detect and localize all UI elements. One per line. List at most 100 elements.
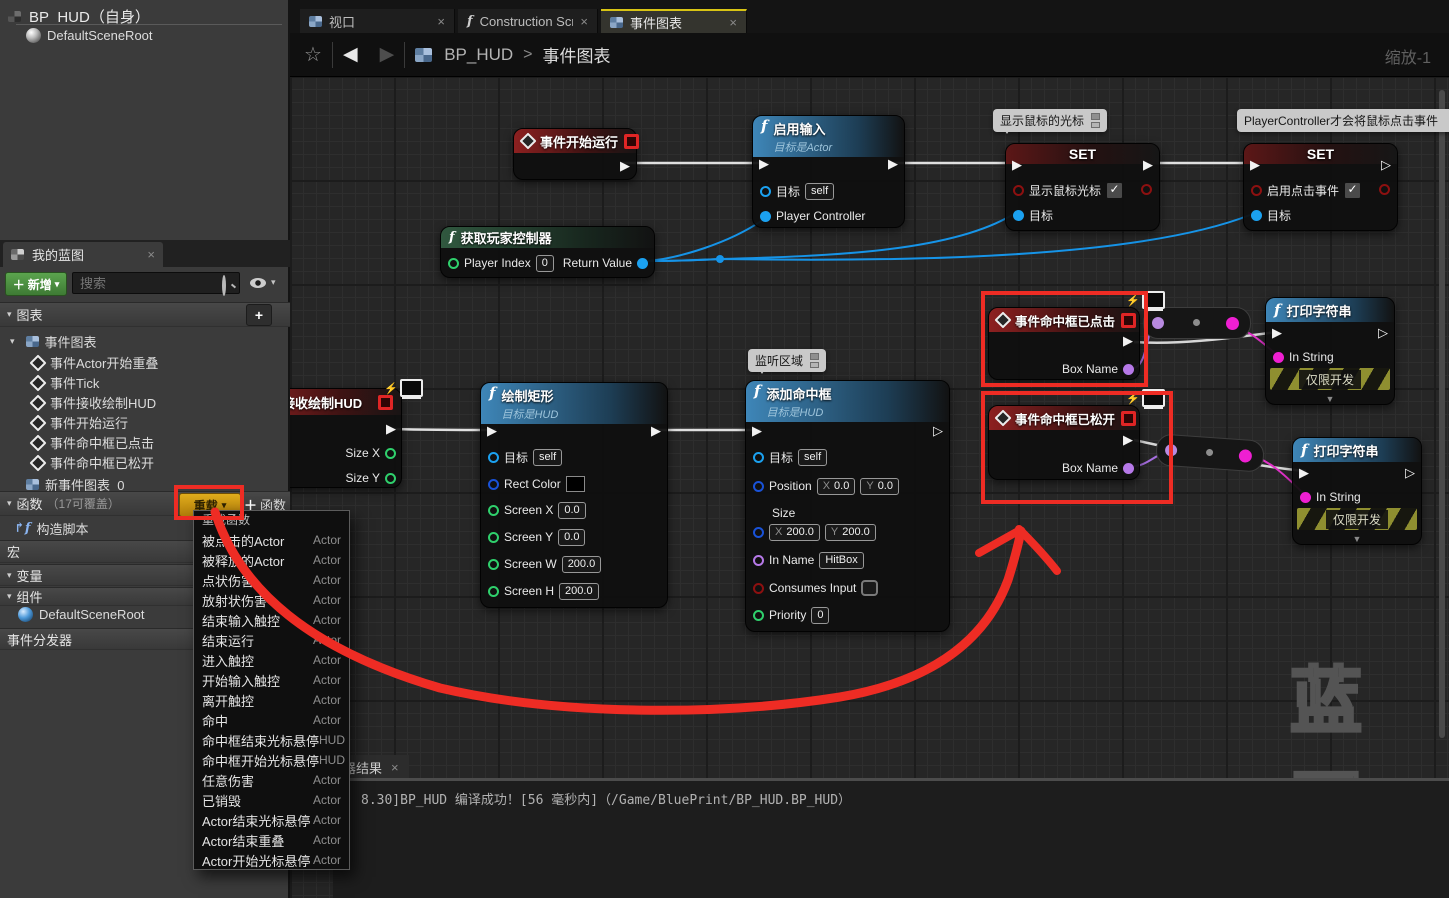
menu-item[interactable]: 开始输入触控Actor bbox=[194, 670, 349, 690]
target-value-box[interactable]: self bbox=[533, 449, 562, 466]
float-pin[interactable] bbox=[385, 473, 396, 484]
in-name-pin-row[interactable]: In Name HitBox bbox=[753, 551, 864, 569]
menu-item[interactable]: 被点击的ActorActor bbox=[194, 530, 349, 550]
size-x-pin-row[interactable]: Size X bbox=[345, 444, 396, 462]
node-header[interactable]: 事件命中框已点击 bbox=[989, 308, 1139, 332]
menu-item[interactable]: 已销毁Actor bbox=[194, 790, 349, 810]
vertical-scrollbar[interactable] bbox=[1439, 90, 1445, 738]
color-swatch[interactable] bbox=[566, 476, 585, 492]
node-header[interactable]: f 添加命中框 目标是HUD bbox=[746, 381, 949, 422]
collapse-triangle-icon[interactable]: ▾ bbox=[7, 591, 12, 602]
node-header[interactable]: SET bbox=[1006, 144, 1159, 164]
node-print-string-1[interactable]: f 打印字符串 ▶ ▷ In String 仅限开发 ▼ bbox=[1265, 297, 1395, 405]
visibility-eye-icon[interactable] bbox=[250, 278, 266, 288]
close-icon[interactable]: × bbox=[391, 760, 399, 775]
object-pin[interactable] bbox=[760, 186, 771, 197]
breadcrumb-current[interactable]: 事件图表 bbox=[543, 42, 611, 67]
value-box[interactable]: 0.0 bbox=[558, 529, 585, 546]
tab-event-graph[interactable]: 事件图表 × bbox=[601, 9, 747, 33]
float-pin[interactable] bbox=[488, 532, 499, 543]
screen-h-pin-row[interactable]: Screen H 200.0 bbox=[488, 582, 599, 600]
target-value-box[interactable]: self bbox=[798, 449, 827, 466]
name-pin[interactable] bbox=[753, 555, 764, 566]
object-pin[interactable] bbox=[637, 258, 648, 269]
target-pin-row[interactable]: 目标 self bbox=[760, 182, 834, 200]
menu-item[interactable]: 进入触控Actor bbox=[194, 650, 349, 670]
size-y-pin-row[interactable]: Size Y bbox=[346, 469, 396, 487]
priority-pin-row[interactable]: Priority 0 bbox=[753, 606, 829, 624]
exec-out-pin[interactable]: ▶ bbox=[620, 159, 630, 172]
bool-pin-row[interactable]: 启用点击事件 ✓ bbox=[1251, 181, 1361, 199]
component-item-root[interactable]: DefaultSceneRoot bbox=[26, 28, 153, 43]
exec-in-pin[interactable]: ▶ bbox=[752, 424, 762, 437]
collapse-triangle-icon[interactable]: ▾ bbox=[7, 309, 12, 320]
position-pin-row[interactable]: Position X0.0 Y0.0 bbox=[753, 477, 899, 495]
exec-in-pin[interactable]: ▶ bbox=[1250, 158, 1260, 171]
box-name-pin-row[interactable]: Box Name bbox=[1062, 360, 1134, 378]
collapse-triangle-icon[interactable]: ▾ bbox=[7, 498, 12, 509]
menu-item[interactable]: 点状伤害Actor bbox=[194, 570, 349, 590]
exec-out-pin[interactable]: ▶ bbox=[651, 424, 661, 437]
menu-item[interactable]: 结束输入触控Actor bbox=[194, 610, 349, 630]
node-header[interactable]: f 打印字符串 bbox=[1293, 438, 1421, 462]
struct-pin[interactable] bbox=[753, 481, 764, 492]
menu-item[interactable]: 放射状伤害Actor bbox=[194, 590, 349, 610]
bool-pin[interactable] bbox=[1013, 185, 1024, 196]
target-value-box[interactable]: self bbox=[805, 183, 834, 200]
node-event-hit-box-click[interactable]: 事件命中框已点击 ▶ Box Name bbox=[988, 307, 1140, 380]
struct-pin[interactable] bbox=[488, 479, 499, 490]
tree-item-event[interactable]: 事件Tick bbox=[32, 373, 99, 392]
tree-item-event[interactable]: 事件命中框已松开 bbox=[32, 453, 154, 472]
menu-item[interactable]: Actor结束重叠Actor bbox=[194, 830, 349, 850]
tree-item-event[interactable]: 事件Actor开始重叠 bbox=[32, 353, 158, 372]
exec-out-pin[interactable]: ▶ bbox=[1143, 158, 1153, 171]
bool-pin[interactable] bbox=[753, 583, 764, 594]
close-icon[interactable]: × bbox=[580, 14, 588, 29]
int-pin[interactable] bbox=[753, 610, 764, 621]
in-name-value-box[interactable]: HitBox bbox=[819, 552, 863, 569]
in-string-pin-row[interactable]: In String bbox=[1300, 488, 1361, 506]
tree-item-event-graph[interactable]: ▾ 事件图表 bbox=[10, 332, 97, 351]
node-set-enable-click-events[interactable]: SET ▶ ▷ 启用点击事件 ✓ 目标 bbox=[1243, 143, 1398, 231]
consumes-input-pin-row[interactable]: Consumes Input bbox=[753, 579, 878, 597]
bubble-pin-icon[interactable] bbox=[1091, 113, 1100, 128]
exec-out-pin[interactable]: ▷ bbox=[1405, 466, 1415, 479]
name-pin[interactable] bbox=[1123, 364, 1134, 375]
tab-viewport[interactable]: 视口 × bbox=[300, 9, 455, 33]
target-pin-row[interactable]: 目标 self bbox=[753, 448, 827, 466]
float-pin[interactable] bbox=[385, 448, 396, 459]
node-get-player-controller[interactable]: f 获取玩家控制器 Player Index 0 Return Value bbox=[440, 226, 655, 278]
menu-item[interactable]: 命中Actor bbox=[194, 710, 349, 730]
node-event-receive-draw-hud[interactable]: 事件接收绘制HUD ▶ Size X Size Y bbox=[290, 388, 402, 488]
size-x-box[interactable]: X200.0 bbox=[769, 524, 820, 541]
node-header[interactable]: 事件开始运行 bbox=[514, 129, 636, 153]
collapse-triangle-icon[interactable]: ▾ bbox=[10, 336, 15, 347]
target-pin-row[interactable]: 目标 bbox=[1251, 206, 1291, 224]
menu-item[interactable]: 结束运行Actor bbox=[194, 630, 349, 650]
exec-out-pin[interactable]: ▶ bbox=[1123, 433, 1133, 446]
exec-in-pin[interactable]: ▶ bbox=[487, 424, 497, 437]
int-pin[interactable] bbox=[448, 258, 459, 269]
add-new-button[interactable]: ＋ 新增 ▾ bbox=[5, 272, 67, 296]
tree-item-construction-script[interactable]: ↱f 构造脚本 bbox=[14, 519, 89, 538]
close-icon[interactable]: × bbox=[437, 14, 445, 29]
tree-item-default-scene-root[interactable]: DefaultSceneRoot bbox=[18, 607, 145, 622]
exec-in-pin[interactable]: ▶ bbox=[1012, 158, 1022, 171]
node-enable-input[interactable]: f 启用输入 目标是Actor ▶ ▶ 目标 self Player Contr… bbox=[752, 115, 905, 228]
node-draw-rect[interactable]: f 绘制矩形 目标是HUD ▶ ▶ 目标 self Rect Color Scr bbox=[480, 382, 668, 608]
exec-out-pin[interactable]: ▷ bbox=[1378, 326, 1388, 339]
favorite-star-icon[interactable]: ☆ bbox=[304, 42, 322, 67]
search-input[interactable] bbox=[72, 272, 240, 294]
in-string-pin-row[interactable]: In String bbox=[1273, 348, 1334, 366]
collapse-arrow-icon[interactable]: ▼ bbox=[1326, 394, 1335, 404]
bool-out-pin[interactable] bbox=[1379, 184, 1390, 195]
screen-y-pin-row[interactable]: Screen Y 0.0 bbox=[488, 528, 585, 546]
tab-my-blueprint[interactable]: 我的蓝图 × bbox=[3, 242, 163, 267]
menu-item[interactable]: Actor开始光标悬停Actor bbox=[194, 850, 349, 870]
node-header[interactable]: f 启用输入 目标是Actor bbox=[753, 116, 904, 157]
exec-out-pin[interactable]: ▶ bbox=[1123, 334, 1133, 347]
tree-item-event[interactable]: 事件命中框已点击 bbox=[32, 433, 154, 452]
screen-x-pin-row[interactable]: Screen X 0.0 bbox=[488, 501, 586, 519]
menu-item[interactable]: 任意伤害Actor bbox=[194, 770, 349, 790]
node-header[interactable]: SET bbox=[1244, 144, 1397, 164]
